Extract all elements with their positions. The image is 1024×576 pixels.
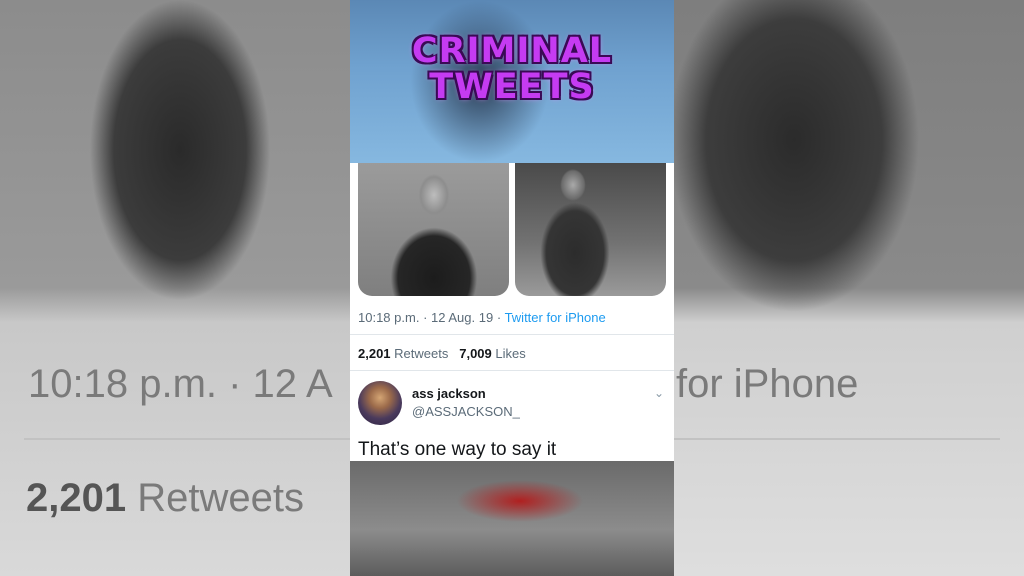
tweet-time[interactable]: 10:18 p.m. xyxy=(358,310,419,325)
top-banner: CRIMINAL TWEETS xyxy=(350,0,674,163)
background-retweet-count: 2,201 xyxy=(26,476,127,520)
background-right-blur xyxy=(674,0,1024,576)
background-stats-left: 2,201 Retweets xyxy=(26,476,304,521)
tweet-meta: 10:18 p.m. · 12 Aug. 19 · Twitter for iP… xyxy=(358,310,606,325)
title-line-1: CRIMINAL xyxy=(411,31,613,71)
divider xyxy=(350,370,674,371)
background-divider-right xyxy=(674,438,1000,440)
likes-count: 7,009 xyxy=(459,346,492,361)
likes-stat[interactable]: 7,009 Likes xyxy=(459,346,526,361)
background-retweet-label: Retweets xyxy=(137,476,304,520)
tweet-photo-right[interactable] xyxy=(515,163,666,296)
background-meta-right: for iPhone xyxy=(676,362,859,406)
bottom-background-blur xyxy=(350,461,674,576)
retweets-count: 2,201 xyxy=(358,346,391,361)
reply-text: That’s one way to say it xyxy=(358,439,557,460)
divider xyxy=(350,334,674,335)
retweets-stat[interactable]: 2,201 Retweets xyxy=(358,346,452,361)
retweets-label: Retweets xyxy=(394,346,449,361)
meta-separator: · xyxy=(423,310,428,325)
tweet-source-link[interactable]: Twitter for iPhone xyxy=(505,310,606,325)
meta-separator: · xyxy=(496,310,502,325)
tweet-date[interactable]: 12 Aug. 19 xyxy=(431,310,493,325)
likes-label: Likes xyxy=(495,346,526,361)
tweet-photo-left[interactable] xyxy=(358,163,509,296)
tweet-card: 10:18 p.m. · 12 Aug. 19 · Twitter for iP… xyxy=(350,163,674,461)
background-divider-left xyxy=(24,438,350,440)
background-meta-left: 10:18 p.m. · 12 A xyxy=(28,362,333,406)
avatar[interactable] xyxy=(358,381,402,425)
tweet-stats: 2,201 Retweets 7,009 Likes xyxy=(358,346,526,361)
chevron-down-icon[interactable]: ⌄ xyxy=(654,386,664,400)
reply-author-handle[interactable]: @ASSJACKSON_ xyxy=(412,404,520,419)
reply-author-name[interactable]: ass jackson xyxy=(412,386,486,401)
title-line-2: TWEETS xyxy=(429,67,595,107)
